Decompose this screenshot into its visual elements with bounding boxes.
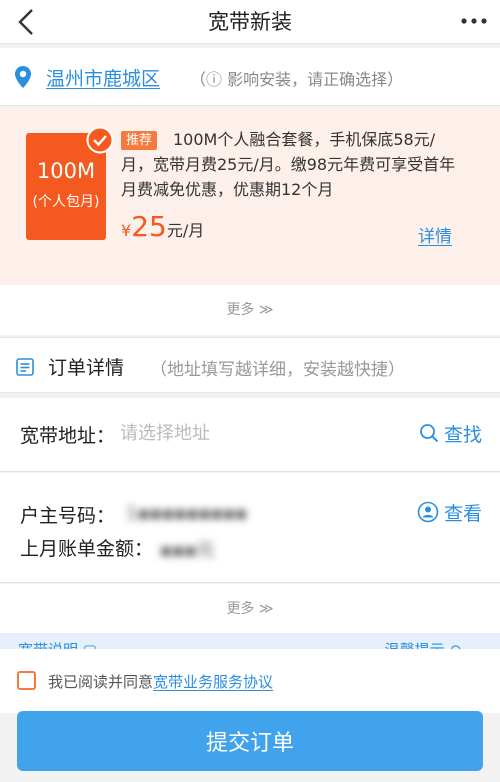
- address-label: 宽带地址：: [20, 425, 116, 447]
- order-list-icon: [16, 358, 34, 376]
- location-hint: （ⓘ 影响安装，请正确选择）: [190, 70, 404, 89]
- package-detail-link[interactable]: 详情: [418, 222, 452, 247]
- page-title: 宽带新装: [208, 10, 292, 34]
- order-details-header: 订单详情 （地址填写越详细，安装越快捷）: [0, 337, 500, 393]
- notes-strip: 宽带说明 ▢ 温馨提示 ⊙: [0, 633, 500, 649]
- broadband-notes-link[interactable]: 宽带说明 ▢: [18, 639, 97, 649]
- order-details-title: 订单详情: [48, 357, 125, 379]
- more-details-button[interactable]: 更多 ≫: [0, 584, 500, 634]
- agreement-prefix: 我已阅读并同意: [48, 673, 154, 691]
- address-search-button[interactable]: 查找: [444, 420, 482, 447]
- price-value: 25: [131, 210, 167, 243]
- price-unit: 元/月: [166, 221, 205, 240]
- last-bill-value: ▪▪▪元: [160, 540, 215, 561]
- agreement-row: 我已阅读并同意宽带业务服务协议: [0, 649, 500, 713]
- order-details-hint: （地址填写越详细，安装越快捷）: [150, 360, 405, 380]
- account-info-block: 户主号码： 1▪▪▪▪▪▪▪▪▪ 上月账单金额： ▪▪▪元: [0, 473, 500, 583]
- search-icon[interactable]: [419, 423, 439, 443]
- owner-number-value: 1▪▪▪▪▪▪▪▪▪: [126, 503, 248, 524]
- location-pin-icon: [15, 66, 31, 88]
- agreement-link[interactable]: 宽带业务服务协议: [153, 673, 273, 691]
- location-selector[interactable]: 温州市鹿城区 （ⓘ 影响安装，请正确选择）: [0, 48, 500, 106]
- price-currency: ¥: [121, 221, 132, 240]
- package-description: 100M个人融合套餐，手机保底58元/月，宽带月费25元/月。缴98元年费可享受…: [121, 130, 456, 199]
- recommended-tag: 推荐: [121, 131, 158, 150]
- user-profile-icon[interactable]: [417, 501, 439, 523]
- agreement-text: 我已阅读并同意宽带业务服务协议: [48, 671, 273, 692]
- agreement-checkbox[interactable]: [17, 671, 36, 690]
- selected-city-link[interactable]: 温州市鹿城区: [46, 64, 160, 91]
- package-price: ¥25元/月: [121, 210, 204, 243]
- owner-number-label: 户主号码：: [20, 505, 116, 527]
- package-speed: 100M: [36, 159, 96, 183]
- last-bill-label: 上月账单金额：: [20, 538, 154, 560]
- tips-link[interactable]: 温馨提示 ⊙: [385, 639, 462, 649]
- more-options-icon[interactable]: [460, 10, 488, 32]
- address-input[interactable]: [120, 420, 380, 446]
- submit-order-button[interactable]: 提交订单: [17, 711, 483, 771]
- view-owner-button[interactable]: 查看: [444, 499, 482, 526]
- package-type: (个人包月): [32, 194, 100, 210]
- selected-check-icon: [86, 126, 114, 154]
- top-app-bar: 宽带新装: [0, 0, 500, 44]
- more-packages-button[interactable]: 更多 ≫: [0, 285, 500, 335]
